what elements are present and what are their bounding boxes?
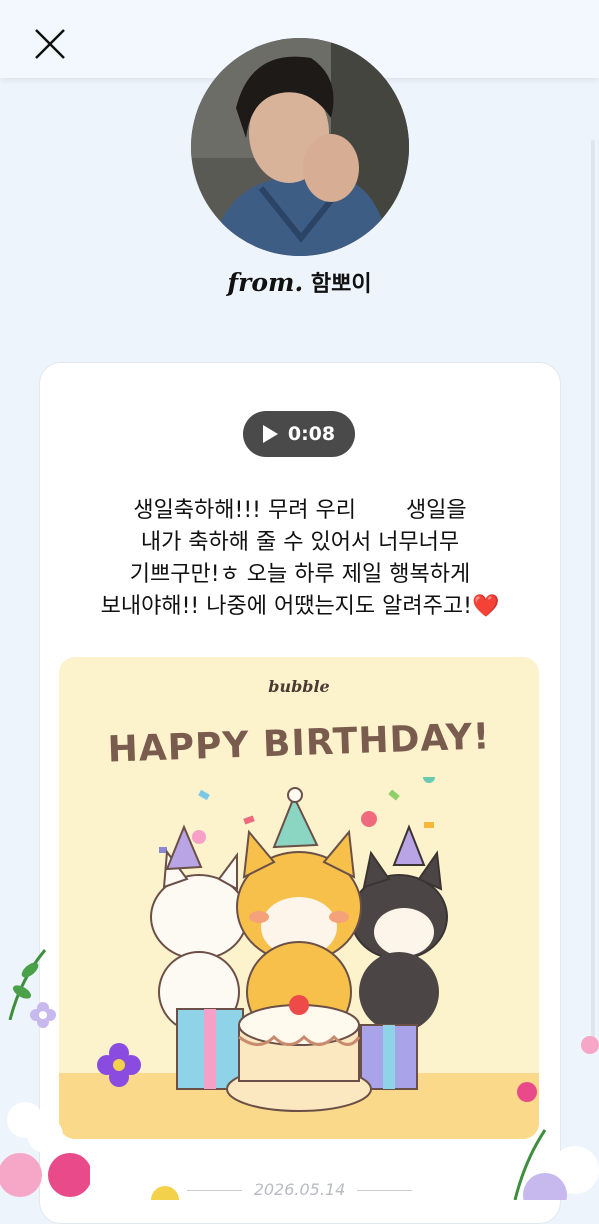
birthday-title: HAPPY BIRTHDAY! bbox=[107, 716, 491, 771]
message-line-3: 기쁘구만!ㅎ 오늘 하루 제일 행복하게 bbox=[129, 562, 471, 587]
play-icon bbox=[262, 425, 278, 443]
message-line-2: 내가 축하해 줄 수 있어서 너무너무 bbox=[140, 530, 460, 555]
voice-duration: 0:08 bbox=[287, 423, 336, 445]
from-prefix: from. bbox=[227, 268, 304, 297]
voice-play-button[interactable]: 0:08 bbox=[243, 411, 355, 457]
sender-name: 함뽀이 bbox=[310, 272, 372, 297]
avatar bbox=[191, 38, 409, 256]
heart-emoji: ❤️ bbox=[471, 594, 500, 619]
close-icon[interactable] bbox=[28, 22, 72, 66]
birthday-illustration bbox=[59, 777, 539, 1139]
letter-date: 2026.05.14 bbox=[0, 1180, 599, 1199]
birthday-card-image: bubble HAPPY BIRTHDAY! bbox=[59, 657, 539, 1139]
message-line-1a: 생일축하해!!! 무려 우리 bbox=[133, 498, 356, 523]
brand-logo: bubble bbox=[268, 677, 330, 696]
letter-card: 0:08 생일축하해!!! 무려 우리 생일을 내가 축하해 줄 수 있어서 너무… bbox=[39, 362, 561, 1224]
sender-line: from. 함뽀이 bbox=[0, 266, 599, 298]
message-line-4: 보내야해!! 나중에 어땠는지도 알려주고! bbox=[100, 594, 472, 619]
letter-message: 생일축하해!!! 무려 우리 생일을 내가 축하해 줄 수 있어서 너무너무 기쁘… bbox=[60, 495, 540, 623]
message-line-1b: 생일을 bbox=[405, 498, 467, 523]
